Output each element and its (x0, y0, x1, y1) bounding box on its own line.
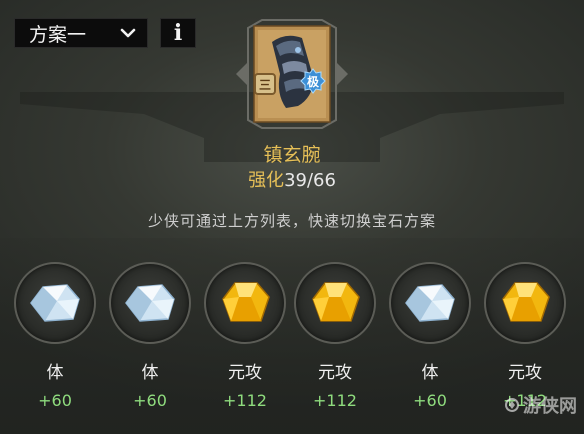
gem-stat: 元攻 (318, 363, 352, 383)
plan-dropdown[interactable]: 方案一 (14, 18, 148, 48)
gold-crystal-icon (222, 282, 270, 322)
tier-badge: 三 (254, 73, 276, 95)
white-crystal-icon (30, 284, 80, 322)
info-button[interactable]: i (160, 18, 196, 48)
gem-value: +60 (413, 391, 447, 410)
gem-slot[interactable]: 元攻 +112 (204, 262, 286, 410)
grade-badge: 极 (300, 68, 326, 94)
gem-slot[interactable]: 体 +60 (389, 262, 471, 410)
gem-socket (204, 262, 286, 344)
plan-dropdown-label: 方案一 (29, 23, 87, 46)
gem-socket (484, 262, 566, 344)
grade-badge-label: 极 (306, 74, 319, 89)
gem-stat: 体 (46, 363, 64, 383)
gem-socket (109, 262, 191, 344)
gem-socket (389, 262, 471, 344)
gem-value: +112 (313, 391, 357, 410)
gem-socket (14, 262, 96, 344)
gem-socket (294, 262, 376, 344)
white-crystal-icon (405, 284, 455, 322)
gem-slot[interactable]: 元攻 +112 (484, 262, 566, 410)
gem-slot[interactable]: 体 +60 (14, 262, 96, 410)
gem-slot[interactable]: 元攻 +112 (294, 262, 376, 410)
gem-stat: 体 (421, 363, 439, 383)
chevron-down-icon (120, 28, 136, 38)
gem-stat: 体 (141, 363, 159, 383)
gem-stat: 元攻 (508, 363, 542, 383)
watermark: 游侠网 (504, 392, 577, 418)
gem-stat: 元攻 (228, 363, 262, 383)
gold-crystal-icon (502, 282, 550, 322)
gem-value: +112 (223, 391, 267, 410)
white-crystal-icon (125, 284, 175, 322)
hint-text: 少侠可通过上方列表，快速切换宝石方案 (147, 212, 436, 230)
watermark-logo-icon (505, 398, 519, 412)
watermark-text: 游侠网 (523, 396, 577, 417)
item-name: 镇玄腕 (263, 144, 321, 166)
upgrade-label: 强化 (248, 170, 285, 191)
gem-slot[interactable]: 体 +60 (109, 262, 191, 410)
gem-value: +60 (133, 391, 167, 410)
gold-crystal-icon (312, 282, 360, 322)
equipment-slot[interactable] (228, 16, 356, 132)
gem-value: +60 (38, 391, 72, 410)
info-icon: i (173, 20, 183, 46)
tier-badge-label: 三 (258, 77, 271, 92)
upgrade-value: 39/66 (284, 170, 336, 191)
upgrade-level: 强化39/66 (0, 166, 584, 192)
